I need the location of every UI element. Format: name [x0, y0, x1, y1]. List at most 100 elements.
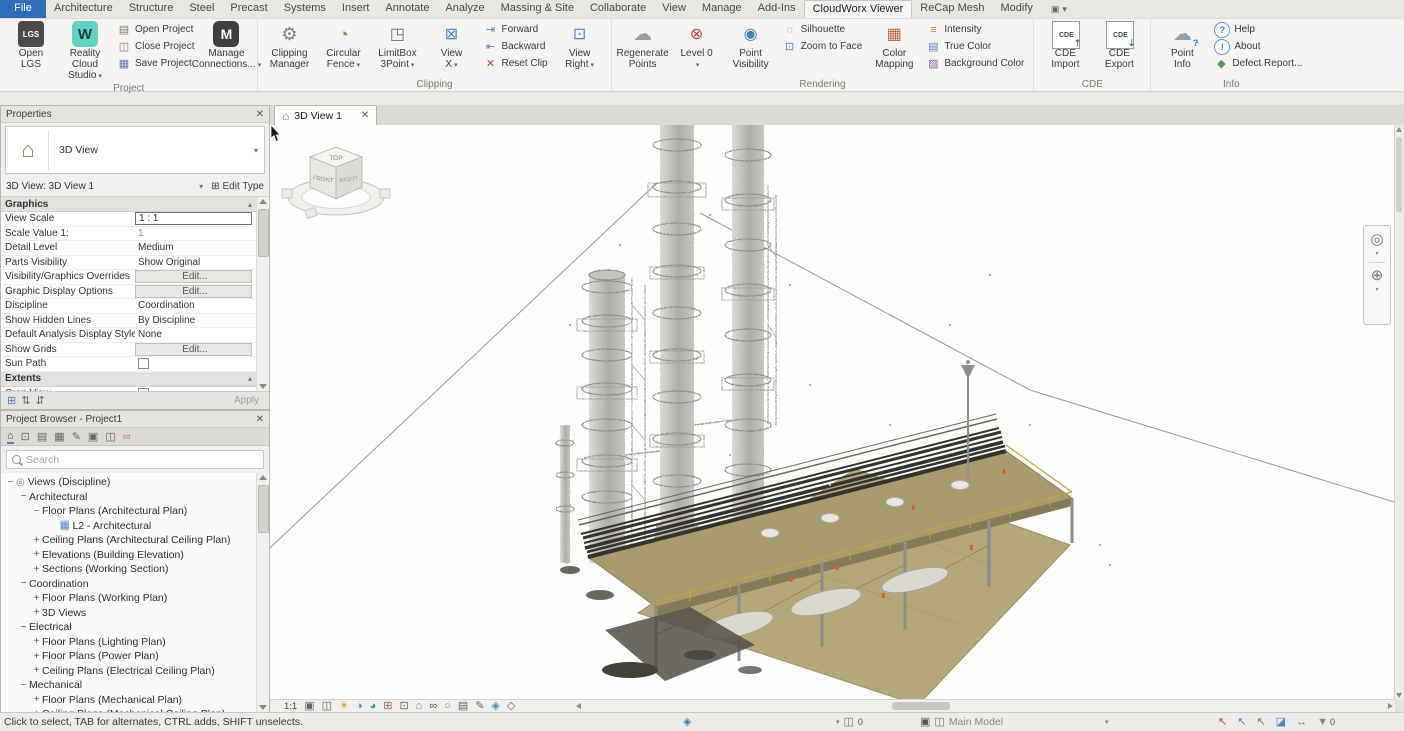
- reset-clip-button[interactable]: ✕ Reset Clip: [478, 55, 552, 72]
- select-underlay-icon[interactable]: ↖: [1237, 716, 1246, 728]
- view-x-button[interactable]: ⊠ ViewX▾: [424, 20, 478, 71]
- help-button[interactable]: ? Help: [1209, 21, 1307, 38]
- worksharing-status[interactable]: ◈: [683, 713, 691, 731]
- collapse-icon[interactable]: −: [31, 506, 42, 517]
- tab-file[interactable]: File: [0, 0, 46, 18]
- project-browser-title-bar[interactable]: Project Browser - Project1 ✕: [1, 411, 269, 428]
- tab-steel[interactable]: Steel: [181, 0, 222, 18]
- tab-insert[interactable]: Insert: [334, 0, 378, 18]
- tree-item[interactable]: +Floor Plans (Power Plan): [3, 649, 256, 664]
- visual-style-icon[interactable]: ◫: [322, 701, 332, 712]
- shadows-icon[interactable]: ◑: [356, 701, 363, 712]
- cde-import-button[interactable]: CDE⇡ CDEImport: [1038, 20, 1092, 70]
- expand-icon[interactable]: +: [31, 651, 42, 662]
- model-canvas[interactable]: TOP FRONT RIGHT ◎ ▾ ⊕ ▾: [270, 125, 1395, 700]
- sun-path-checkbox[interactable]: [135, 358, 256, 369]
- expand-icon[interactable]: +: [31, 694, 42, 705]
- workset-selector[interactable]: ▾ ◫ 0: [836, 713, 863, 731]
- crop-view-checkbox[interactable]: [135, 388, 256, 391]
- properties-title-bar[interactable]: Properties ✕: [1, 106, 269, 123]
- tab-annotate[interactable]: Annotate: [377, 0, 437, 18]
- expand-icon[interactable]: +: [31, 593, 42, 604]
- zoom-icon[interactable]: ⊕: [1371, 268, 1384, 284]
- sheet-icon[interactable]: ▣: [88, 430, 98, 443]
- crop-view-icon[interactable]: ⊞: [383, 701, 392, 712]
- scrollbar-thumb[interactable]: [1396, 137, 1402, 212]
- chevron-down-icon[interactable]: ▾: [254, 146, 264, 155]
- scrollbar-thumb[interactable]: [258, 209, 269, 257]
- tab-systems[interactable]: Systems: [276, 0, 334, 18]
- crop-region-icon[interactable]: ⊡: [399, 701, 408, 712]
- tab-precast[interactable]: Precast: [222, 0, 275, 18]
- tree-item[interactable]: +Floor Plans (Working Plan): [3, 591, 256, 606]
- cde-export-button[interactable]: CDE⇣ CDEExport: [1092, 20, 1146, 70]
- circular-fence-button[interactable]: ◔ CircularFence▾: [316, 20, 370, 71]
- select-box-icon[interactable]: ⊡: [21, 430, 30, 443]
- tab-structure[interactable]: Structure: [121, 0, 182, 18]
- regenerate-points-button[interactable]: ☁ RegeneratePoints: [616, 20, 670, 70]
- expand-icon[interactable]: +: [31, 636, 42, 647]
- locked-view-icon[interactable]: ⌂: [416, 701, 423, 712]
- point-info-button[interactable]: ☁? PointInfo: [1155, 20, 1209, 70]
- chevron-down-icon[interactable]: ▾: [199, 182, 203, 191]
- tab-analyze[interactable]: Analyze: [437, 0, 492, 18]
- backward-button[interactable]: ⇤ Backward: [478, 38, 552, 55]
- show-hidden-lines-value[interactable]: By Discipline: [135, 315, 256, 326]
- tree-item[interactable]: +Sections (Working Section): [3, 562, 256, 577]
- displacement-icon[interactable]: ◇: [507, 701, 515, 712]
- true-color-button[interactable]: ▤ True Color: [921, 38, 1029, 55]
- ribbon-display-toggle[interactable]: ▣ ▾: [1051, 0, 1067, 18]
- limitbox-3point-button[interactable]: ◳ LimitBox3Point▾: [370, 20, 424, 71]
- intensity-button[interactable]: ≡ Intensity: [921, 21, 1029, 38]
- tree-item[interactable]: −Electrical: [3, 620, 256, 635]
- parts-visibility-value[interactable]: Show Original: [135, 257, 256, 268]
- close-icon[interactable]: ✕: [256, 109, 264, 120]
- scroll-right-icon[interactable]: [1388, 703, 1393, 709]
- scroll-up-icon[interactable]: [1396, 127, 1402, 132]
- filter-properties-icon[interactable]: ⊞: [7, 394, 16, 407]
- tab-massing-site[interactable]: Massing & Site: [493, 0, 582, 18]
- scrollbar-thumb[interactable]: [258, 485, 269, 533]
- view-tab-3d-view-1[interactable]: ⌂ 3D View 1 ✕: [274, 105, 377, 125]
- clipping-manager-button[interactable]: ⚙ ClippingManager: [262, 20, 316, 70]
- vg-overrides-edit-button[interactable]: Edit...: [135, 270, 252, 283]
- canvas-vertical-scrollbar[interactable]: [1394, 125, 1404, 700]
- color-mapping-button[interactable]: ▦ ColorMapping: [867, 20, 921, 70]
- collapse-icon[interactable]: ▴: [248, 374, 252, 383]
- graphic-display-edit-button[interactable]: Edit...: [135, 285, 252, 298]
- scroll-down-icon[interactable]: [1396, 693, 1402, 698]
- tab-recap-mesh[interactable]: ReCap Mesh: [912, 0, 992, 18]
- section-extents[interactable]: Extents ▴: [1, 372, 256, 387]
- section-graphics[interactable]: Graphics ▴: [1, 197, 256, 212]
- link-icon[interactable]: ∞: [123, 431, 131, 443]
- view-scale-input[interactable]: 1 : 1: [135, 212, 252, 225]
- tree-item[interactable]: −Architectural: [3, 490, 256, 505]
- detail-level-icon[interactable]: ▣: [304, 701, 314, 712]
- tree-item[interactable]: −Floor Plans (Architectural Plan): [3, 504, 256, 519]
- background-color-button[interactable]: ▨ Background Color: [921, 55, 1029, 72]
- drag-on-selection-icon[interactable]: ↔: [1296, 716, 1307, 728]
- collapse-icon[interactable]: −: [18, 578, 29, 589]
- hide-isolate-icon[interactable]: ∞: [429, 701, 437, 712]
- edit-icon[interactable]: ✎: [72, 430, 81, 443]
- show-grids-edit-button[interactable]: Edit...: [135, 343, 252, 356]
- tab-view[interactable]: View: [654, 0, 694, 18]
- sort-descending-icon[interactable]: ⇵: [35, 394, 44, 407]
- design-option-caret[interactable]: ▾: [1105, 713, 1109, 731]
- analytical-model-icon[interactable]: ◈: [491, 701, 499, 712]
- reveal-hidden-icon[interactable]: ○: [444, 701, 451, 712]
- tree-item[interactable]: +Floor Plans (Lighting Plan): [3, 635, 256, 650]
- silhouette-button[interactable]: ◌ Silhouette: [778, 21, 868, 38]
- select-by-face-icon[interactable]: ◪: [1276, 716, 1286, 728]
- about-button[interactable]: ! About: [1209, 38, 1307, 55]
- level-0-button[interactable]: ⊗ Level 0▾: [670, 20, 724, 71]
- select-links-icon[interactable]: ↖: [1218, 716, 1227, 728]
- expand-icon[interactable]: +: [31, 665, 42, 676]
- scroll-left-icon[interactable]: [576, 703, 581, 709]
- search-input[interactable]: Search: [6, 450, 264, 469]
- expand-icon[interactable]: +: [31, 564, 42, 575]
- properties-scrollbar[interactable]: [256, 197, 269, 391]
- view-scale-button[interactable]: 1:1: [284, 701, 297, 712]
- tree-item[interactable]: +Ceiling Plans (Architectural Ceiling Pl…: [3, 533, 256, 548]
- instance-selector[interactable]: 3D View: 3D View 1 ▾ ⊞ Edit Type: [1, 177, 269, 196]
